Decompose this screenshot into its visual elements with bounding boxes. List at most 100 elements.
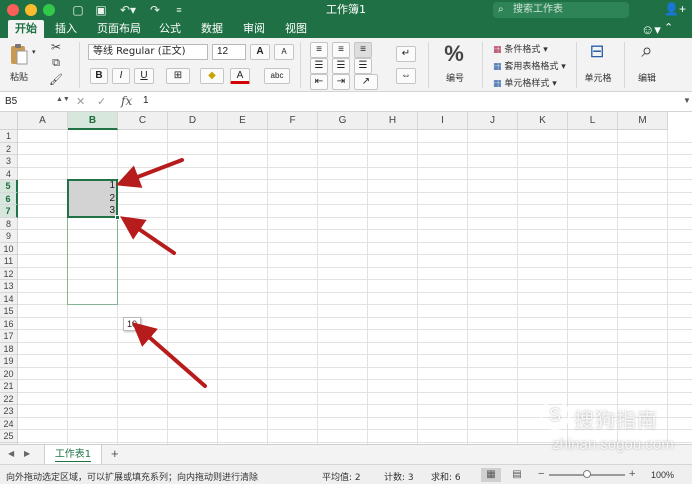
- zoom-out-button[interactable]: −: [538, 468, 544, 480]
- borders-icon[interactable]: ⊞: [166, 68, 190, 84]
- tab-review[interactable]: 审阅: [238, 20, 270, 38]
- customize-icon[interactable]: ≡: [174, 2, 184, 18]
- row-header[interactable]: 10: [0, 242, 18, 255]
- row-header[interactable]: 18: [0, 342, 18, 355]
- undo-icon[interactable]: ↶▾: [117, 2, 139, 18]
- decrease-indent-icon[interactable]: ⇤: [310, 74, 328, 90]
- phonetic-button[interactable]: abc: [264, 68, 290, 84]
- search-input[interactable]: ⌕ 搜索工作表: [493, 2, 629, 18]
- align-center-icon[interactable]: ☰: [332, 58, 350, 74]
- sidebar-toggle-icon[interactable]: ▢: [71, 2, 85, 18]
- column-header[interactable]: C: [118, 112, 168, 130]
- cut-icon[interactable]: ✂: [48, 40, 64, 54]
- cell-b7[interactable]: 3: [68, 205, 115, 218]
- row-header[interactable]: 19: [0, 355, 18, 368]
- orientation-icon[interactable]: ↗: [354, 74, 378, 90]
- paste-dropdown-icon[interactable]: ▾: [32, 48, 36, 56]
- add-user-icon[interactable]: 👤+: [664, 2, 686, 16]
- name-box-dropdown-icon[interactable]: ▲▼: [56, 96, 70, 103]
- column-header[interactable]: D: [168, 112, 218, 130]
- italic-button[interactable]: I: [112, 68, 130, 84]
- align-left-icon[interactable]: ☰: [310, 58, 328, 74]
- cells-icon[interactable]: ⊟: [582, 41, 612, 62]
- worksheet-grid[interactable]: ABCDEFGHIJKLM 1 2 3 4 5 6 7 8 9 10 11 12 13 14 15 16 17 1…: [0, 112, 692, 444]
- sheet-tab[interactable]: 工作表1: [44, 445, 102, 464]
- cancel-icon[interactable]: ✕: [76, 95, 85, 108]
- column-header[interactable]: I: [418, 112, 468, 130]
- row-header[interactable]: 13: [0, 280, 18, 293]
- tab-view[interactable]: 视图: [280, 20, 312, 38]
- merge-center-icon[interactable]: ⇔: [396, 68, 416, 84]
- align-middle-icon[interactable]: ≡: [332, 42, 350, 58]
- cell-b5[interactable]: 1: [68, 180, 115, 193]
- fill-handle[interactable]: [115, 214, 120, 220]
- column-header[interactable]: F: [268, 112, 318, 130]
- conditional-format-button[interactable]: ▦ 条件格式 ▾: [492, 41, 572, 56]
- row-header[interactable]: 1: [0, 130, 18, 143]
- normal-view-icon[interactable]: ▦: [481, 468, 501, 482]
- row-header[interactable]: 14: [0, 292, 18, 305]
- row-header[interactable]: 7: [0, 205, 18, 218]
- close-window-button[interactable]: [7, 4, 19, 16]
- tab-formulas[interactable]: 公式: [154, 20, 186, 38]
- row-header[interactable]: 25: [0, 430, 18, 443]
- page-layout-view-icon[interactable]: ▤: [507, 468, 527, 482]
- find-search-icon[interactable]: ⌕: [632, 40, 662, 63]
- align-right-icon[interactable]: ☰: [354, 58, 372, 74]
- row-header[interactable]: 5: [0, 180, 18, 193]
- column-header[interactable]: M: [618, 112, 668, 130]
- cell-styles-button[interactable]: ▦ 单元格样式 ▾: [492, 75, 572, 90]
- font-name-select[interactable]: 等线 Regular (正文): [88, 44, 208, 60]
- next-sheet-icon[interactable]: ▶: [24, 449, 30, 458]
- row-header[interactable]: 11: [0, 255, 18, 268]
- minimize-window-button[interactable]: [25, 4, 37, 16]
- format-as-table-button[interactable]: ▦ 套用表格格式 ▾: [492, 58, 578, 73]
- fill-color-icon[interactable]: ◆: [200, 68, 224, 84]
- column-header[interactable]: J: [468, 112, 518, 130]
- font-size-select[interactable]: 12: [212, 44, 246, 60]
- row-header[interactable]: 17: [0, 330, 18, 343]
- insert-function-button[interactable]: fx: [121, 94, 132, 108]
- tab-page-layout[interactable]: 页面布局: [92, 20, 146, 38]
- increase-indent-icon[interactable]: ⇥: [332, 74, 350, 90]
- row-header[interactable]: 15: [0, 305, 18, 318]
- zoom-slider-thumb[interactable]: [583, 470, 591, 478]
- row-header[interactable]: 16: [0, 317, 18, 330]
- row-header[interactable]: 21: [0, 380, 18, 393]
- paste-icon[interactable]: [8, 42, 30, 66]
- grow-font-button[interactable]: A: [250, 44, 270, 60]
- formula-input[interactable]: 1: [143, 95, 149, 106]
- font-color-button[interactable]: A: [230, 68, 250, 84]
- align-top-icon[interactable]: ≡: [310, 42, 328, 58]
- underline-button[interactable]: U: [134, 68, 154, 84]
- row-header[interactable]: 22: [0, 392, 18, 405]
- cell-b6[interactable]: 2: [68, 193, 115, 206]
- enter-check-icon[interactable]: ✓: [97, 95, 106, 108]
- row-header[interactable]: 8: [0, 217, 18, 230]
- row-header[interactable]: 12: [0, 267, 18, 280]
- zoom-in-button[interactable]: +: [629, 468, 635, 480]
- number-format-icon[interactable]: %: [440, 41, 468, 67]
- column-header[interactable]: A: [18, 112, 68, 130]
- tab-insert[interactable]: 插入: [50, 20, 82, 38]
- column-header[interactable]: K: [518, 112, 568, 130]
- format-painter-icon[interactable]: 🖌: [48, 73, 64, 86]
- name-box[interactable]: B5: [2, 94, 64, 110]
- save-icon[interactable]: ▣: [94, 2, 108, 18]
- row-header[interactable]: 6: [0, 192, 18, 205]
- prev-sheet-icon[interactable]: ◀: [8, 449, 14, 458]
- row-header[interactable]: 3: [0, 155, 18, 168]
- feedback-smiley-icon[interactable]: ☺▾: [641, 22, 661, 38]
- column-header[interactable]: L: [568, 112, 618, 130]
- collapse-ribbon-icon[interactable]: ⌃: [664, 21, 673, 34]
- bold-button[interactable]: B: [90, 68, 108, 84]
- expand-formula-bar-icon[interactable]: ▼: [683, 96, 691, 105]
- column-header[interactable]: H: [368, 112, 418, 130]
- column-header[interactable]: B: [68, 112, 118, 130]
- column-header[interactable]: E: [218, 112, 268, 130]
- tab-data[interactable]: 数据: [196, 20, 228, 38]
- add-sheet-button[interactable]: +: [111, 446, 119, 461]
- row-header[interactable]: 2: [0, 142, 18, 155]
- row-header[interactable]: 20: [0, 367, 18, 380]
- redo-icon[interactable]: ↷: [148, 2, 162, 18]
